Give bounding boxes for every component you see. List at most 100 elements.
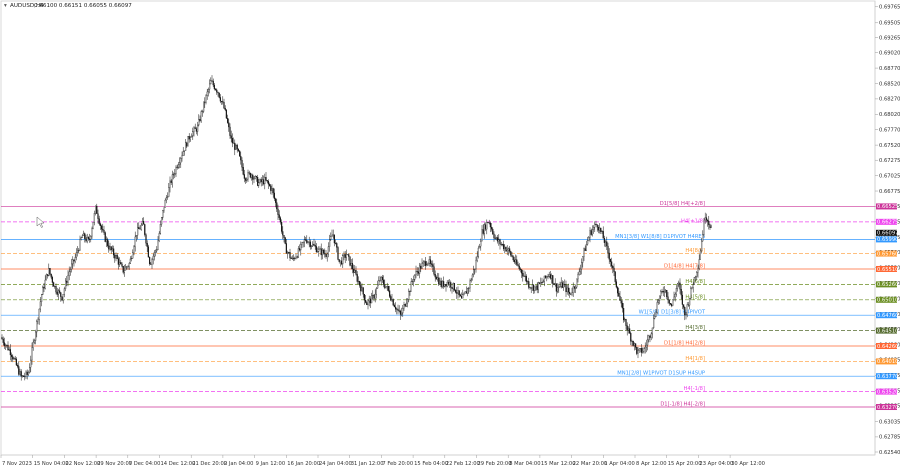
candle-body — [613, 267, 615, 272]
candle-body — [325, 254, 327, 257]
candle-body — [548, 274, 550, 277]
candle-body — [470, 279, 472, 282]
x-tick-label: 7 Feb 20:00 — [382, 461, 413, 467]
candle-body — [542, 281, 544, 283]
candle-body — [637, 350, 639, 354]
candle-body — [607, 245, 609, 254]
x-tick-label: 8 Mar 04:00 — [509, 461, 540, 467]
candle-body — [435, 276, 438, 280]
candle-body — [629, 328, 631, 334]
candle-body — [615, 281, 618, 288]
candle-body — [515, 259, 517, 263]
candle-body — [439, 280, 441, 285]
candle-body — [265, 177, 267, 181]
candle-body — [219, 97, 221, 102]
candle-body — [357, 281, 360, 282]
candle-body — [454, 290, 457, 293]
candle-body — [236, 145, 238, 150]
x-tick-label: 22 Nov 12:00 — [65, 461, 100, 467]
candle-body — [35, 331, 37, 341]
candle-body — [579, 268, 582, 273]
candle-body — [308, 241, 310, 243]
level-label: H4[3/8] — [685, 325, 705, 331]
candle-body — [228, 122, 230, 128]
candle-body — [32, 342, 34, 348]
candle-body — [313, 243, 315, 246]
candle-body — [246, 178, 248, 181]
candle-body — [363, 294, 366, 301]
candle-body — [229, 126, 231, 136]
candle-body — [280, 221, 283, 232]
candle-body — [406, 299, 409, 304]
candle-body — [156, 249, 158, 252]
candle-body — [456, 292, 458, 294]
candle-body — [402, 307, 404, 314]
price-chart[interactable]: D1[5/8] H4[+2/8] H4[+1/8] MN1[3/8] W1[8/8]… — [0, 0, 900, 468]
candle-body — [483, 224, 486, 234]
candle-body — [679, 282, 681, 290]
candle-body — [25, 371, 27, 377]
candle-body — [79, 239, 81, 251]
candle-body — [61, 296, 63, 301]
candle-body — [657, 300, 660, 303]
candle-body — [533, 284, 535, 291]
candle-body — [22, 375, 25, 377]
candle-body — [186, 142, 188, 147]
x-tick-label: 29 Feb 20:00 — [478, 461, 512, 467]
candle-body — [336, 243, 338, 248]
level-label: D1[5/8] H4[+2/8] — [660, 201, 705, 207]
candle-body — [211, 80, 213, 82]
candle-body — [331, 234, 333, 237]
candle-body — [488, 222, 490, 224]
candle-body — [684, 307, 686, 316]
candle-body — [345, 254, 348, 258]
candle-body — [639, 348, 642, 350]
candle-body — [184, 142, 187, 151]
candle-body — [322, 249, 325, 254]
candle-body — [307, 241, 309, 243]
candle-body — [192, 131, 194, 137]
candle-body — [232, 142, 235, 144]
candle-body — [388, 290, 391, 297]
candle-body — [277, 208, 279, 215]
candle-body — [93, 213, 95, 223]
candle-body — [292, 257, 295, 259]
candle-body — [605, 241, 607, 243]
candle-body — [505, 247, 507, 252]
candle-body — [516, 259, 518, 265]
candle-body — [87, 237, 89, 240]
candle-body — [301, 242, 303, 245]
candle-body — [21, 375, 24, 377]
candle-body — [518, 265, 520, 269]
candle-body — [276, 202, 278, 210]
candle-body — [398, 310, 400, 312]
candle-body — [205, 95, 207, 103]
candle-body — [91, 228, 93, 237]
candle-body — [231, 138, 233, 144]
candle-body — [405, 302, 408, 307]
x-tick-label: 15 Mar 12:00 — [541, 461, 576, 467]
level-label: MN1[3/8] W1[8/8] D1PIVOT H4RES — [615, 234, 705, 240]
candle-body — [150, 263, 152, 265]
candle-body — [288, 252, 290, 253]
candle-body — [333, 234, 336, 244]
candle-body — [554, 283, 556, 285]
candle-body — [677, 283, 679, 289]
candle-body — [102, 228, 104, 231]
candle-body — [115, 255, 117, 259]
candle-body — [145, 234, 147, 244]
candle-body — [230, 135, 232, 139]
candle-body — [463, 293, 465, 295]
candle-body — [660, 291, 662, 297]
candle-body — [563, 284, 565, 288]
candle-body — [223, 102, 225, 109]
candle-body — [593, 227, 595, 230]
y-tick-label: 0.69505 — [879, 21, 900, 27]
price-tag-label: 0.65510 — [877, 267, 898, 273]
candle-body — [146, 243, 148, 247]
candle-body — [582, 256, 584, 263]
candle-body — [330, 236, 332, 240]
time-axis: 7 Nov 2023 15 Nov 04:0022 Nov 12:0029 Nov… — [0, 455, 765, 467]
candle-body — [314, 245, 316, 247]
menu-chevron-icon[interactable]: ▾ — [4, 3, 7, 9]
